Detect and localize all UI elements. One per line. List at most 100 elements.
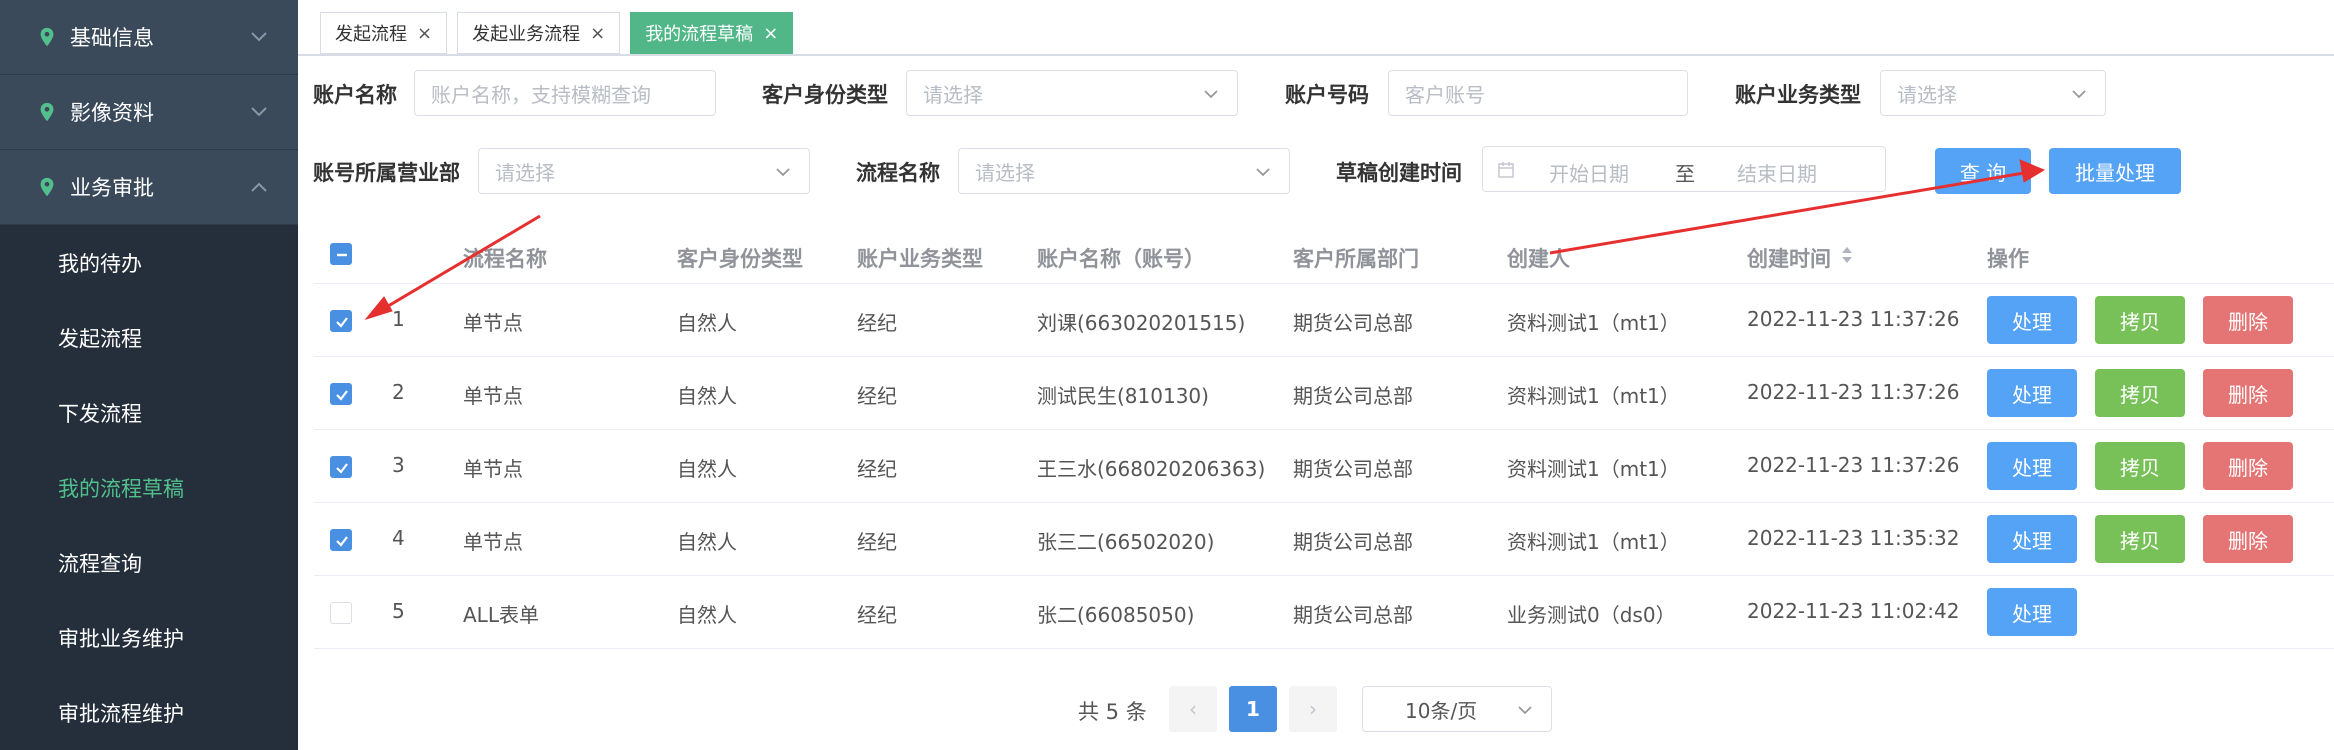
row-checkbox[interactable] (330, 529, 352, 551)
close-icon[interactable]: × (417, 23, 432, 44)
sidebar-submenu: 我的待办 发起流程 下发流程 我的流程草稿 流程查询 审批业务维护 审批流程维护 (0, 225, 298, 750)
chevron-down-icon (1204, 90, 1218, 99)
sidebar-item-my-drafts[interactable]: 我的流程草稿 (0, 450, 298, 525)
sidebar-group-basic-info[interactable]: 基础信息 (0, 0, 298, 75)
col-id-type: 客户身份类型 (677, 247, 803, 271)
sidebar: 基础信息 影像资料 业务审批 我的待办 发起流程 下发流程 我的流程草稿 流程查… (0, 0, 298, 750)
table-row: 5 ALL表单 自然人 经纪 张二(66085050) 期货公司总部 业务测试0… (314, 576, 2334, 649)
account-name-input[interactable]: 账户名称，支持模糊查询 (414, 70, 716, 116)
cell-dept: 期货公司总部 (1293, 311, 1413, 335)
tab-bar: 发起流程 × 发起业务流程 × 我的流程草稿 × (320, 12, 794, 54)
copy-button[interactable]: 拷贝 (2095, 442, 2185, 490)
tab-divider (298, 54, 2334, 56)
cell-creator: 资料测试1（mt1） (1507, 384, 1680, 408)
sidebar-item-issue-flow[interactable]: 下发流程 (0, 375, 298, 450)
row-checkbox[interactable] (330, 310, 352, 332)
batch-process-button[interactable]: 批量处理 (2049, 148, 2181, 194)
select-all-checkbox[interactable] (330, 243, 352, 265)
prev-page-button[interactable]: ‹ (1169, 686, 1217, 732)
tab-my-drafts[interactable]: 我的流程草稿 × (630, 12, 794, 54)
delete-button[interactable]: 删除 (2203, 515, 2293, 563)
cell-id-type: 自然人 (677, 457, 737, 481)
cell-biz: 经纪 (857, 457, 897, 481)
table-row: 2 单节点 自然人 经纪 测试民生(810130) 期货公司总部 资料测试1（m… (314, 357, 2334, 430)
end-date-input[interactable]: 结束日期 (1737, 158, 1817, 187)
biz-type-label: 账户业务类型 (1735, 83, 1861, 107)
tab-label: 发起流程 (335, 24, 407, 45)
query-button[interactable]: 查 询 (1935, 148, 2031, 194)
cell-flow: 单节点 (463, 530, 523, 554)
sidebar-item-approval-flow[interactable]: 审批流程维护 (0, 675, 298, 750)
location-pin-icon (40, 177, 54, 197)
cell-creator: 资料测试1（mt1） (1507, 457, 1680, 481)
chevron-down-icon (1256, 168, 1270, 177)
flow-name-select[interactable]: 请选择 (958, 148, 1290, 194)
cell-flow: 单节点 (463, 311, 523, 335)
cell-creator: 业务测试0（ds0） (1507, 603, 1676, 627)
tab-start-flow[interactable]: 发起流程 × (320, 12, 448, 54)
process-button[interactable]: 处理 (1987, 515, 2077, 563)
page-1-button[interactable]: 1 (1229, 686, 1277, 732)
chevron-down-icon (2072, 90, 2086, 99)
location-pin-icon (40, 102, 54, 122)
process-button[interactable]: 处理 (1987, 442, 2077, 490)
biz-type-select[interactable]: 请选择 (1880, 70, 2106, 116)
row-checkbox[interactable] (330, 456, 352, 478)
cell-creator: 资料测试1（mt1） (1507, 311, 1680, 335)
copy-button[interactable]: 拷贝 (2095, 296, 2185, 344)
cell-biz: 经纪 (857, 603, 897, 627)
cell-id-type: 自然人 (677, 311, 737, 335)
account-no-label: 账户号码 (1285, 83, 1369, 107)
next-page-button[interactable]: › (1289, 686, 1337, 732)
sidebar-item-start-flow[interactable]: 发起流程 (0, 300, 298, 375)
delete-button[interactable]: 删除 (2203, 296, 2293, 344)
process-button[interactable]: 处理 (1987, 296, 2077, 344)
cell-time: 2022-11-23 11:37:26 (1747, 380, 1960, 404)
cell-dept: 期货公司总部 (1293, 384, 1413, 408)
date-range-picker[interactable]: 开始日期 至 结束日期 (1482, 146, 1886, 192)
chevron-down-icon (1518, 706, 1532, 715)
sidebar-group-label: 业务审批 (70, 176, 154, 200)
sidebar-group-images[interactable]: 影像资料 (0, 75, 298, 150)
cell-biz: 经纪 (857, 530, 897, 554)
placeholder: 请选择 (923, 82, 983, 107)
account-no-input[interactable]: 客户账号 (1388, 70, 1688, 116)
sidebar-group-approval[interactable]: 业务审批 (0, 150, 298, 225)
process-button[interactable]: 处理 (1987, 369, 2077, 417)
placeholder: 请选择 (975, 160, 1035, 185)
process-button[interactable]: 处理 (1987, 588, 2077, 636)
sidebar-group-label: 影像资料 (70, 101, 154, 125)
tab-start-biz-flow[interactable]: 发起业务流程 × (457, 12, 621, 54)
close-icon[interactable]: × (590, 23, 605, 44)
col-account: 账户名称（账号） (1037, 247, 1205, 271)
branch-select[interactable]: 请选择 (478, 148, 810, 194)
chevron-up-icon (251, 182, 267, 192)
calendar-icon (1498, 162, 1514, 178)
placeholder: 账户名称，支持模糊查询 (431, 82, 651, 107)
row-index: 4 (392, 526, 405, 550)
id-type-select[interactable]: 请选择 (906, 70, 1238, 116)
sidebar-item-flow-query[interactable]: 流程查询 (0, 525, 298, 600)
table-header: 流程名称 客户身份类型 账户业务类型 账户名称（账号） 客户所属部门 创建人 创… (314, 228, 2334, 284)
row-checkbox[interactable] (330, 383, 352, 405)
cell-biz: 经纪 (857, 384, 897, 408)
delete-button[interactable]: 删除 (2203, 442, 2293, 490)
copy-button[interactable]: 拷贝 (2095, 369, 2185, 417)
start-date-input[interactable]: 开始日期 (1549, 158, 1629, 187)
sort-icon[interactable] (1840, 244, 1854, 266)
col-created-time[interactable]: 创建时间 (1747, 243, 1831, 273)
col-ops: 操作 (1987, 247, 2029, 271)
cell-id-type: 自然人 (677, 530, 737, 554)
copy-button[interactable]: 拷贝 (2095, 515, 2185, 563)
tab-label: 发起业务流程 (472, 24, 581, 45)
cell-dept: 期货公司总部 (1293, 457, 1413, 481)
sidebar-item-todo[interactable]: 我的待办 (0, 225, 298, 300)
row-index: 3 (392, 453, 405, 477)
delete-button[interactable]: 删除 (2203, 369, 2293, 417)
close-icon[interactable]: × (763, 23, 778, 44)
page-size-select[interactable]: 10条/页 (1362, 686, 1552, 732)
row-checkbox[interactable] (330, 602, 352, 624)
created-label: 草稿创建时间 (1336, 161, 1462, 185)
sidebar-item-approval-biz[interactable]: 审批业务维护 (0, 600, 298, 675)
account-name-label: 账户名称 (313, 83, 397, 107)
